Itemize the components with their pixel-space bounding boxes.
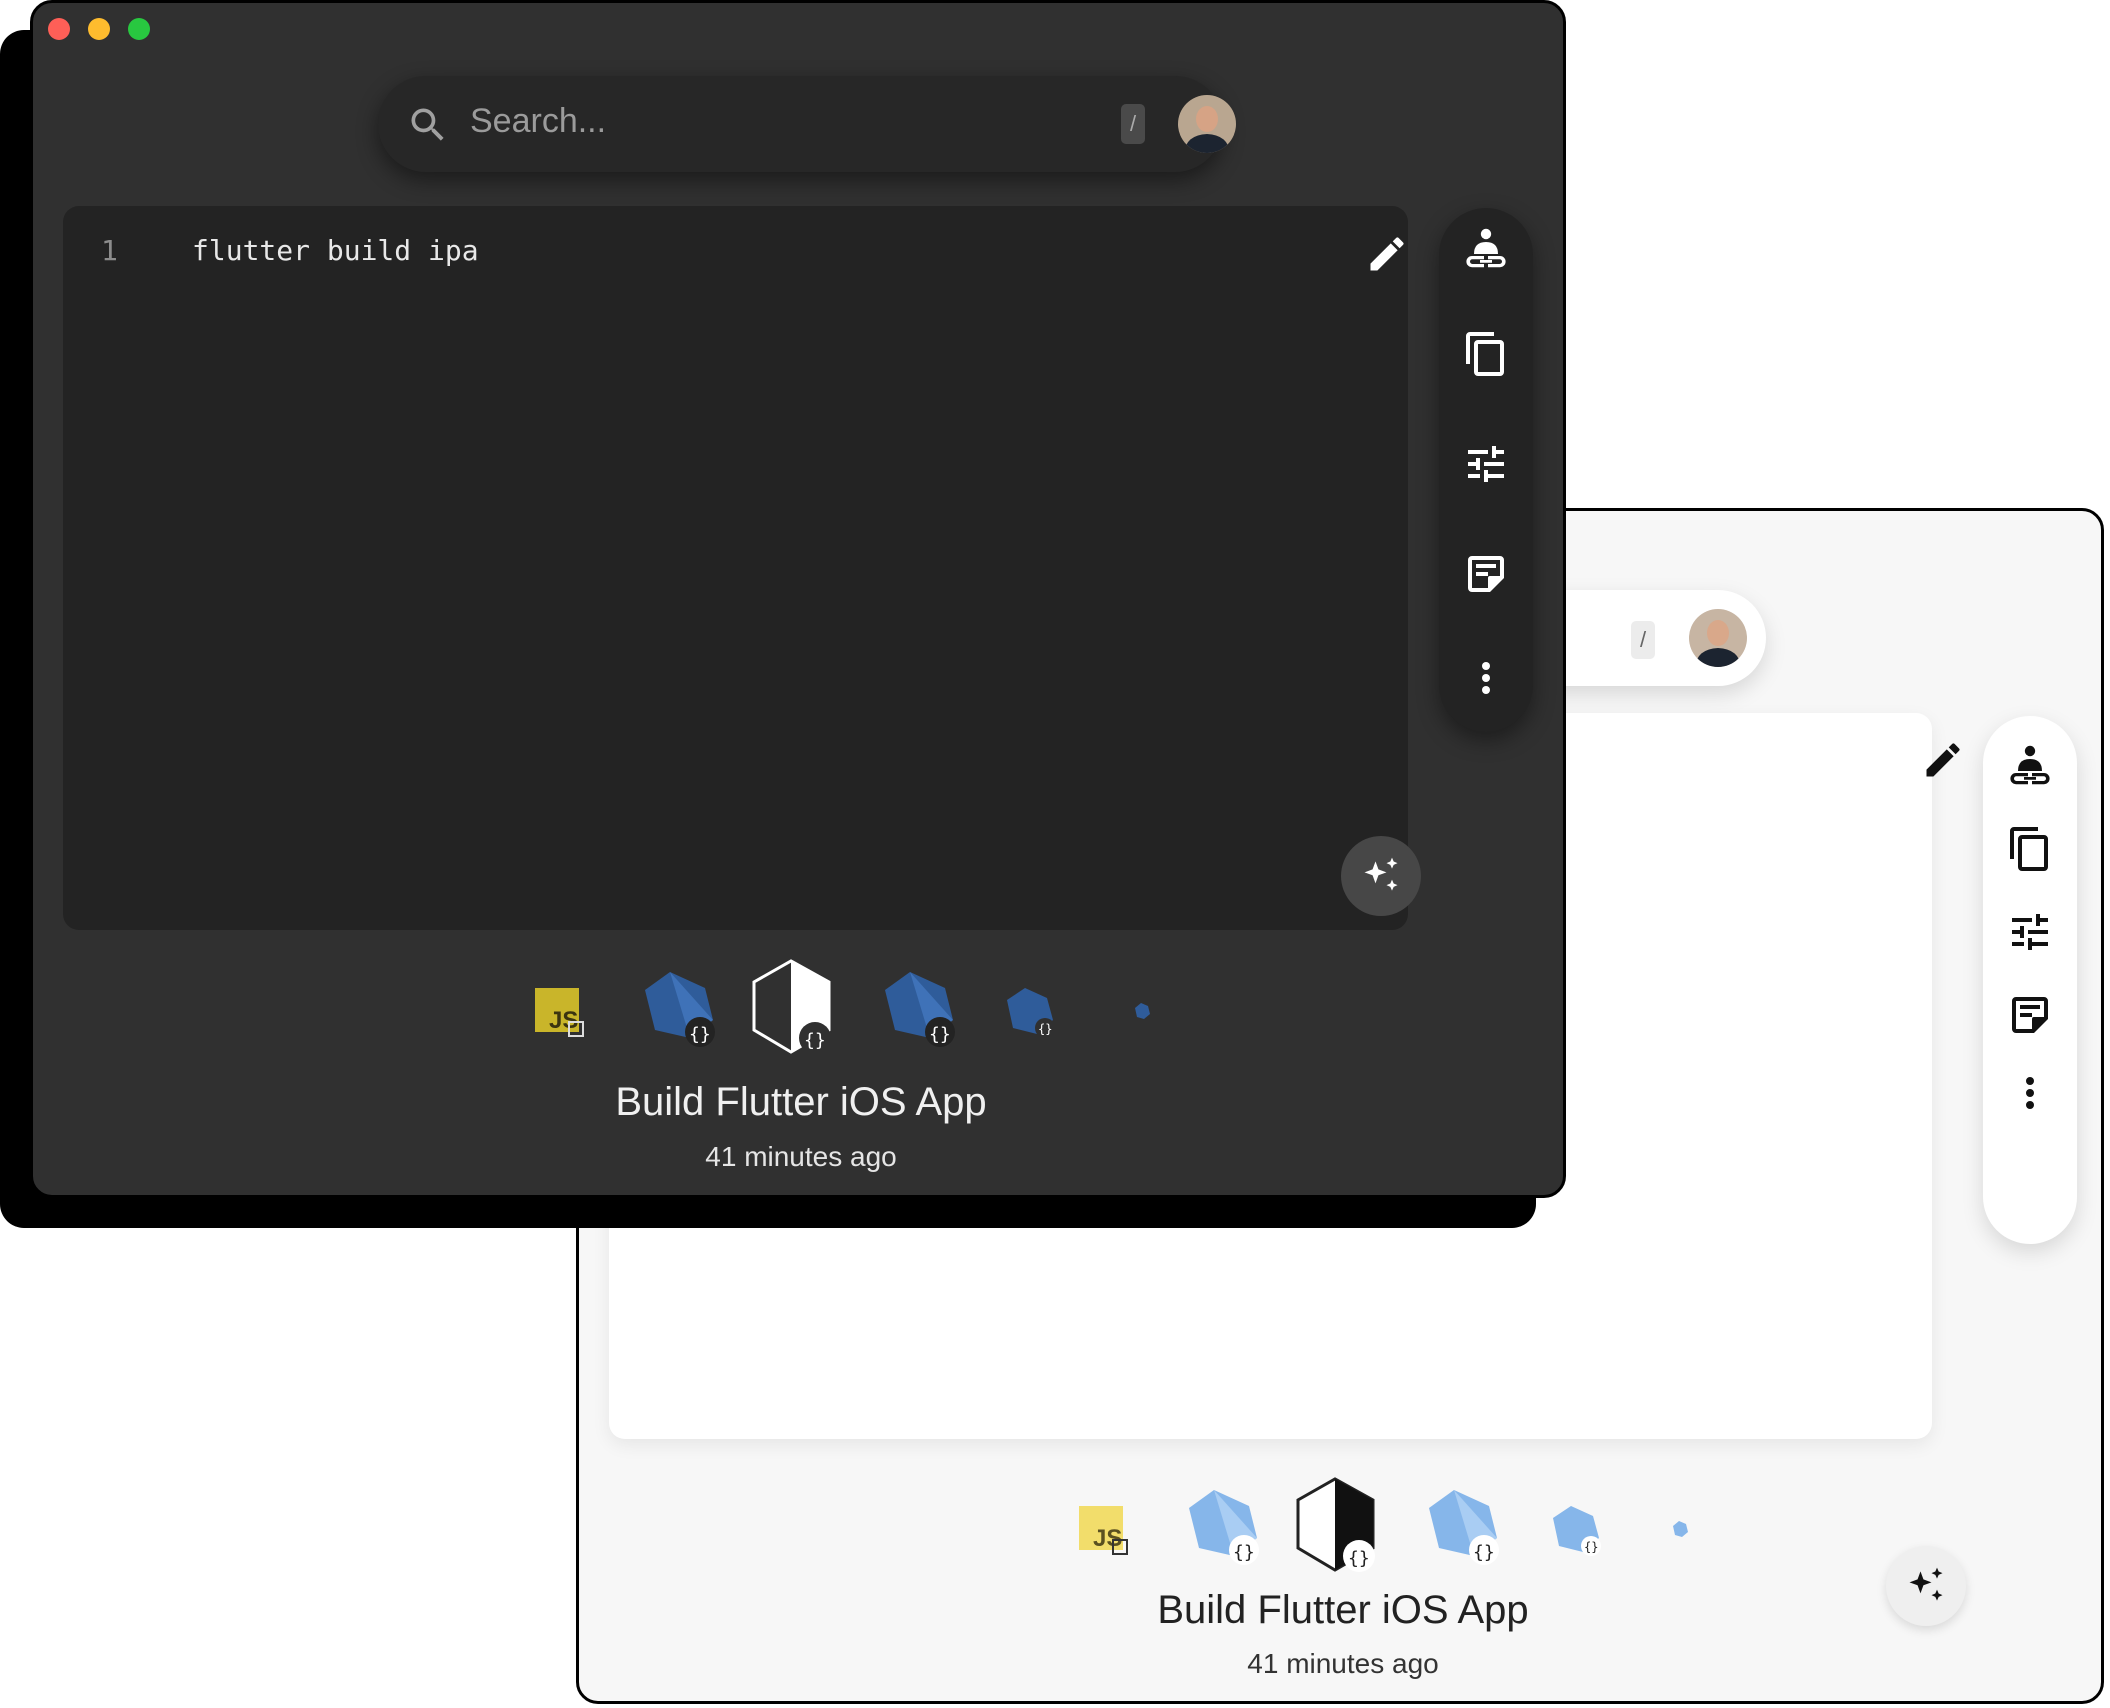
snippet-timestamp: 41 minutes ago (705, 1141, 897, 1172)
svg-text:JS: JS (1093, 1525, 1122, 1552)
zoom-window-button[interactable] (128, 18, 150, 40)
adjust-button[interactable] (1462, 440, 1510, 488)
javascript-icon: JS (535, 988, 584, 1037)
side-toolbar (1439, 208, 1533, 732)
script-icon: {} (1296, 1477, 1375, 1572)
dart-chip-4[interactable] (1133, 1002, 1153, 1027)
svg-text:{}: {} (1038, 1022, 1052, 1036)
sliders-icon (1468, 446, 1504, 482)
dart-icon: {} (1429, 1490, 1499, 1565)
javascript-chip[interactable]: JS (535, 988, 585, 1043)
dart-chip-3[interactable]: {} (1547, 1504, 1607, 1565)
dart-chip-2[interactable]: {} (1419, 1488, 1509, 1573)
share-user-link-icon (2010, 745, 2050, 785)
dart-icon: {} (1007, 988, 1055, 1038)
sparkle-icon (1364, 857, 1398, 891)
code-line[interactable]: flutter build ipa (192, 234, 479, 267)
dart-chip-1[interactable]: {} (1179, 1488, 1269, 1573)
edit-button[interactable] (1921, 738, 1965, 782)
shell-chip-selected[interactable]: {} (749, 958, 845, 1063)
copy-button[interactable] (2006, 825, 2054, 873)
svg-text:{}: {} (1584, 1540, 1598, 1554)
dart-chip-1[interactable]: {} (635, 970, 725, 1055)
share-user-link-icon (1466, 228, 1506, 268)
dart-icon (1673, 1521, 1688, 1537)
share-user-link-button[interactable] (1462, 226, 1510, 274)
dart-chip-2[interactable]: {} (875, 970, 965, 1055)
pencil-icon (1370, 237, 1404, 271)
search-bar[interactable]: Search... / (378, 76, 1236, 172)
more-vert-icon (1482, 662, 1490, 694)
user-avatar[interactable] (1689, 609, 1747, 667)
dart-icon: {} (1553, 1506, 1601, 1556)
javascript-icon: JS (1079, 1506, 1128, 1555)
dart-icon: {} (1189, 1490, 1259, 1565)
svg-text:{}: {} (929, 1024, 951, 1045)
more-options-button[interactable] (2006, 1069, 2054, 1117)
snippet-timestamp: 41 minutes ago (1247, 1648, 1439, 1679)
dart-icon (1135, 1003, 1150, 1019)
dart-chip-4[interactable] (1671, 1520, 1691, 1545)
script-icon: {} (752, 959, 831, 1054)
snippet-title: Build Flutter iOS App (1157, 1588, 1529, 1632)
svg-text:{}: {} (804, 1030, 826, 1051)
side-toolbar (1983, 716, 2077, 1244)
copy-button[interactable] (1462, 330, 1510, 378)
svg-text:{}: {} (689, 1024, 711, 1045)
dart-icon: {} (645, 972, 715, 1047)
pencil-icon (1926, 743, 1960, 777)
snippet-type-carousel: JS {} {} {} {} (1079, 1476, 1699, 1596)
notes-button[interactable] (2006, 991, 2054, 1039)
shortcut-key-hint: / (1121, 104, 1145, 144)
search-icon (411, 108, 444, 141)
shortcut-key-hint: / (1631, 621, 1655, 659)
snippet-type-carousel: JS {} {} {} {} (535, 958, 1155, 1078)
avatar-image (1689, 609, 1747, 667)
edit-button[interactable] (1365, 232, 1409, 276)
svg-text:{}: {} (1348, 1548, 1370, 1569)
notes-icon (1468, 556, 1504, 592)
dart-icon: {} (885, 972, 955, 1047)
user-avatar[interactable] (1178, 95, 1236, 153)
minimize-window-button[interactable] (88, 18, 110, 40)
sliders-icon (2012, 914, 2048, 950)
notes-icon (2012, 997, 2048, 1033)
dark-app-window: Search... / 1 flutter build ipa JS {} {}… (30, 0, 1566, 1198)
svg-text:{}: {} (1473, 1542, 1495, 1563)
close-window-button[interactable] (48, 18, 70, 40)
dart-chip-3[interactable]: {} (1001, 986, 1061, 1047)
copy-icon (1466, 332, 1504, 376)
search-input[interactable]: Search... (470, 102, 606, 141)
avatar-image (1178, 95, 1236, 153)
more-options-button[interactable] (1462, 654, 1510, 702)
line-number: 1 (101, 234, 118, 267)
code-editor[interactable]: 1 flutter build ipa (63, 206, 1421, 930)
share-user-link-button[interactable] (2006, 743, 2054, 791)
notes-button[interactable] (1462, 550, 1510, 598)
javascript-chip[interactable]: JS (1079, 1506, 1129, 1561)
copy-icon (2010, 827, 2048, 871)
snippet-title: Build Flutter iOS App (615, 1080, 987, 1124)
shell-chip-selected[interactable]: {} (1293, 1476, 1389, 1581)
svg-text:JS: JS (549, 1007, 578, 1034)
adjust-button[interactable] (2006, 908, 2054, 956)
more-vert-icon (2026, 1077, 2034, 1109)
ai-assist-button[interactable] (1341, 836, 1421, 916)
svg-text:{}: {} (1233, 1542, 1255, 1563)
